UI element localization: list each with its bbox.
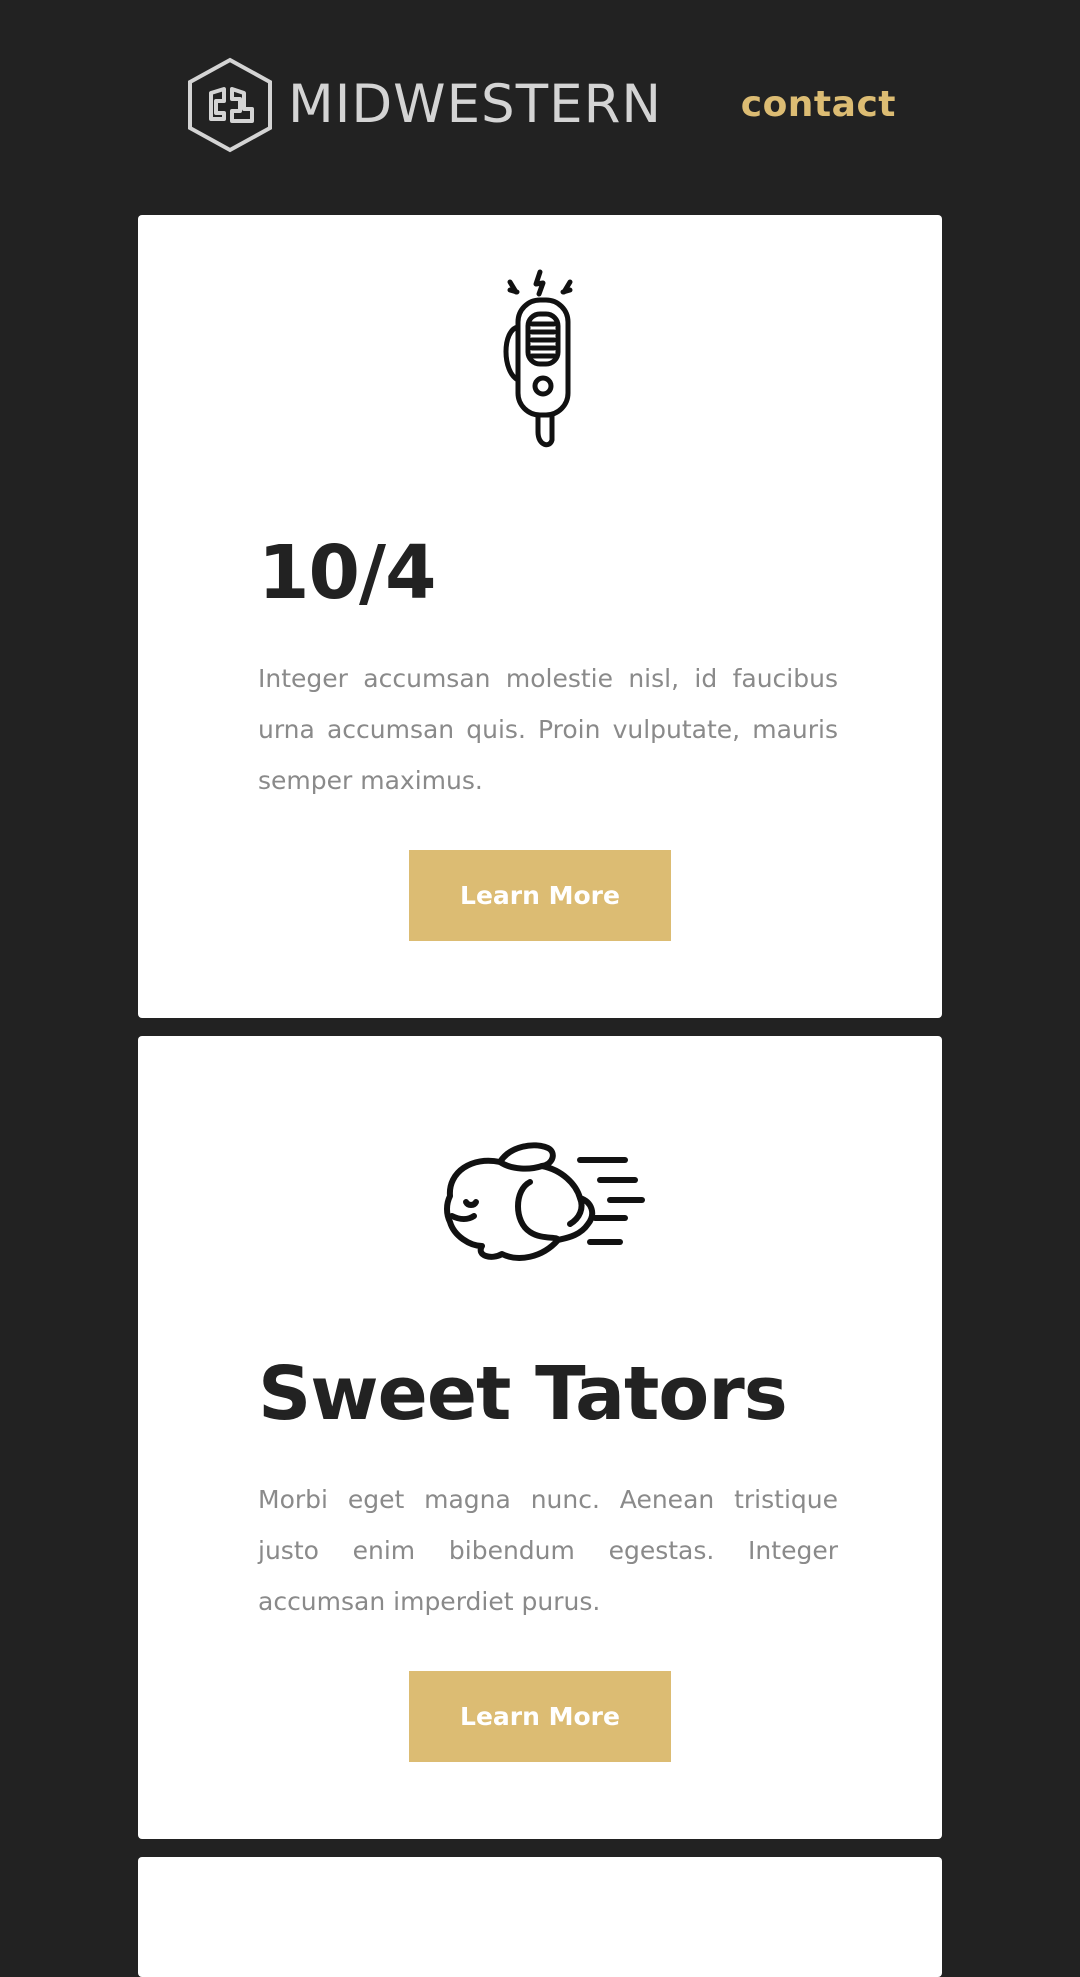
hexagon-logo-icon [188,57,272,153]
learn-more-button[interactable]: Learn More [409,1671,671,1762]
learn-more-button[interactable]: Learn More [409,850,671,941]
contact-link[interactable]: contact [741,82,896,128]
radio-microphone-icon [503,269,573,448]
brand-name: MIDWESTERN [288,74,663,135]
feature-card-partial [138,1857,942,1977]
feature-card: 10/4 Integer accumsan molestie nisl, id … [138,215,942,1018]
card-title: Sweet Tators [258,1351,788,1437]
card-description: Morbi eget magna nunc. Aenean tristique … [258,1485,838,1616]
running-rabbit-icon [444,1142,645,1261]
card-title: 10/4 [258,530,437,616]
site-header: MIDWESTERN contact [0,0,1080,210]
brand-logo[interactable]: MIDWESTERN [186,57,662,153]
feature-card: Sweet Tators Morbi eget magna nunc. Aene… [138,1036,942,1839]
card-description: Integer accumsan molestie nisl, id fauci… [258,664,838,795]
